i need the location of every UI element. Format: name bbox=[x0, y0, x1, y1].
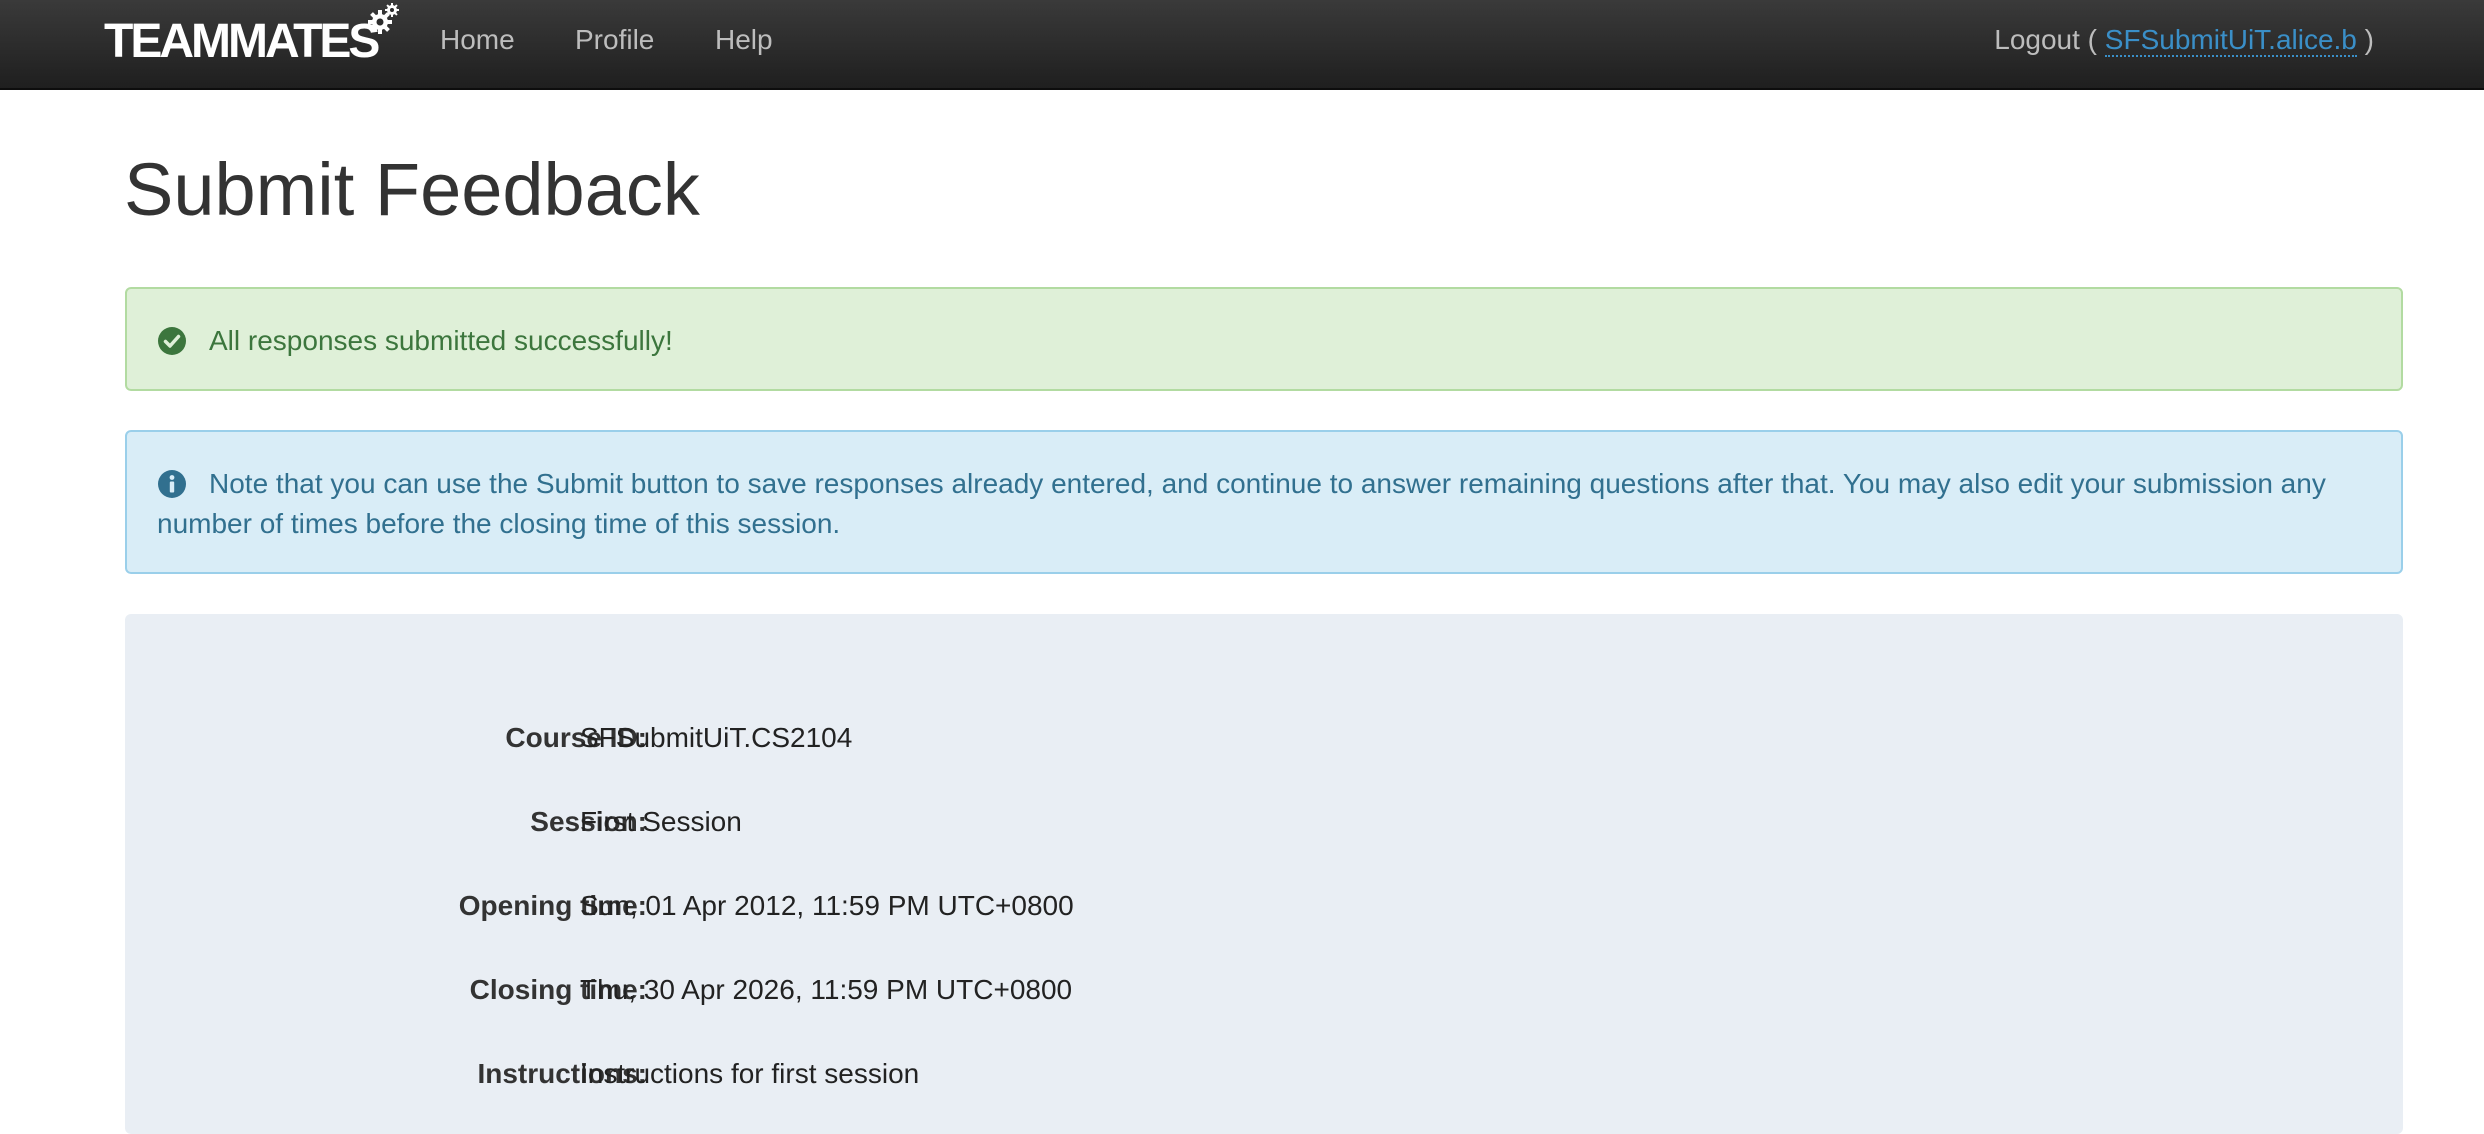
success-message: All responses submitted successfully! bbox=[209, 325, 673, 356]
page-title: Submit Feedback bbox=[124, 148, 700, 231]
closing-time-row: Closing time: Thu, 30 Apr 2026, 11:59 PM… bbox=[125, 970, 2403, 1010]
session-info-panel: Course ID: SFSubmitUiT.CS2104 Session: F… bbox=[125, 614, 2403, 1134]
success-alert: All responses submitted successfully! bbox=[125, 287, 2403, 391]
top-navbar: TEAMMATES Home Profile Help Logout ( SFS… bbox=[0, 0, 2484, 90]
session-value: First Session bbox=[580, 806, 742, 837]
info-message: Note that you can use the Submit button … bbox=[157, 468, 2326, 539]
session-row: Session: First Session bbox=[125, 802, 2403, 842]
course-id-row: Course ID: SFSubmitUiT.CS2104 bbox=[125, 718, 2403, 758]
nav-profile-link[interactable]: Profile bbox=[575, 22, 654, 58]
closing-time-value: Thu, 30 Apr 2026, 11:59 PM UTC+0800 bbox=[580, 974, 1073, 1005]
info-alert: Note that you can use the Submit button … bbox=[125, 430, 2403, 574]
instructions-row: Instructions: Instructions for first ses… bbox=[125, 1054, 2403, 1094]
nav-home-link[interactable]: Home bbox=[440, 22, 515, 58]
nav-help-link[interactable]: Help bbox=[715, 22, 773, 58]
logout-suffix: ) bbox=[2364, 24, 2374, 55]
logout-area: Logout ( SFSubmitUiT.alice.b ) bbox=[1994, 22, 2374, 58]
opening-time-row: Opening time: Sun, 01 Apr 2012, 11:59 PM… bbox=[125, 886, 2403, 926]
user-id-link[interactable]: SFSubmitUiT.alice.b bbox=[2104, 24, 2357, 57]
brand-text: TEAMMATES bbox=[104, 15, 380, 68]
opening-time-value: Sun, 01 Apr 2012, 11:59 PM UTC+0800 bbox=[580, 890, 1074, 921]
course-id-value: SFSubmitUiT.CS2104 bbox=[580, 722, 853, 753]
brand-logo[interactable]: TEAMMATES bbox=[104, 3, 399, 70]
check-circle-icon bbox=[158, 327, 186, 355]
instructions-value: Instructions for first session bbox=[580, 1058, 920, 1089]
gear-icon bbox=[368, 3, 399, 34]
logout-link[interactable]: Logout ( bbox=[1994, 24, 2097, 55]
